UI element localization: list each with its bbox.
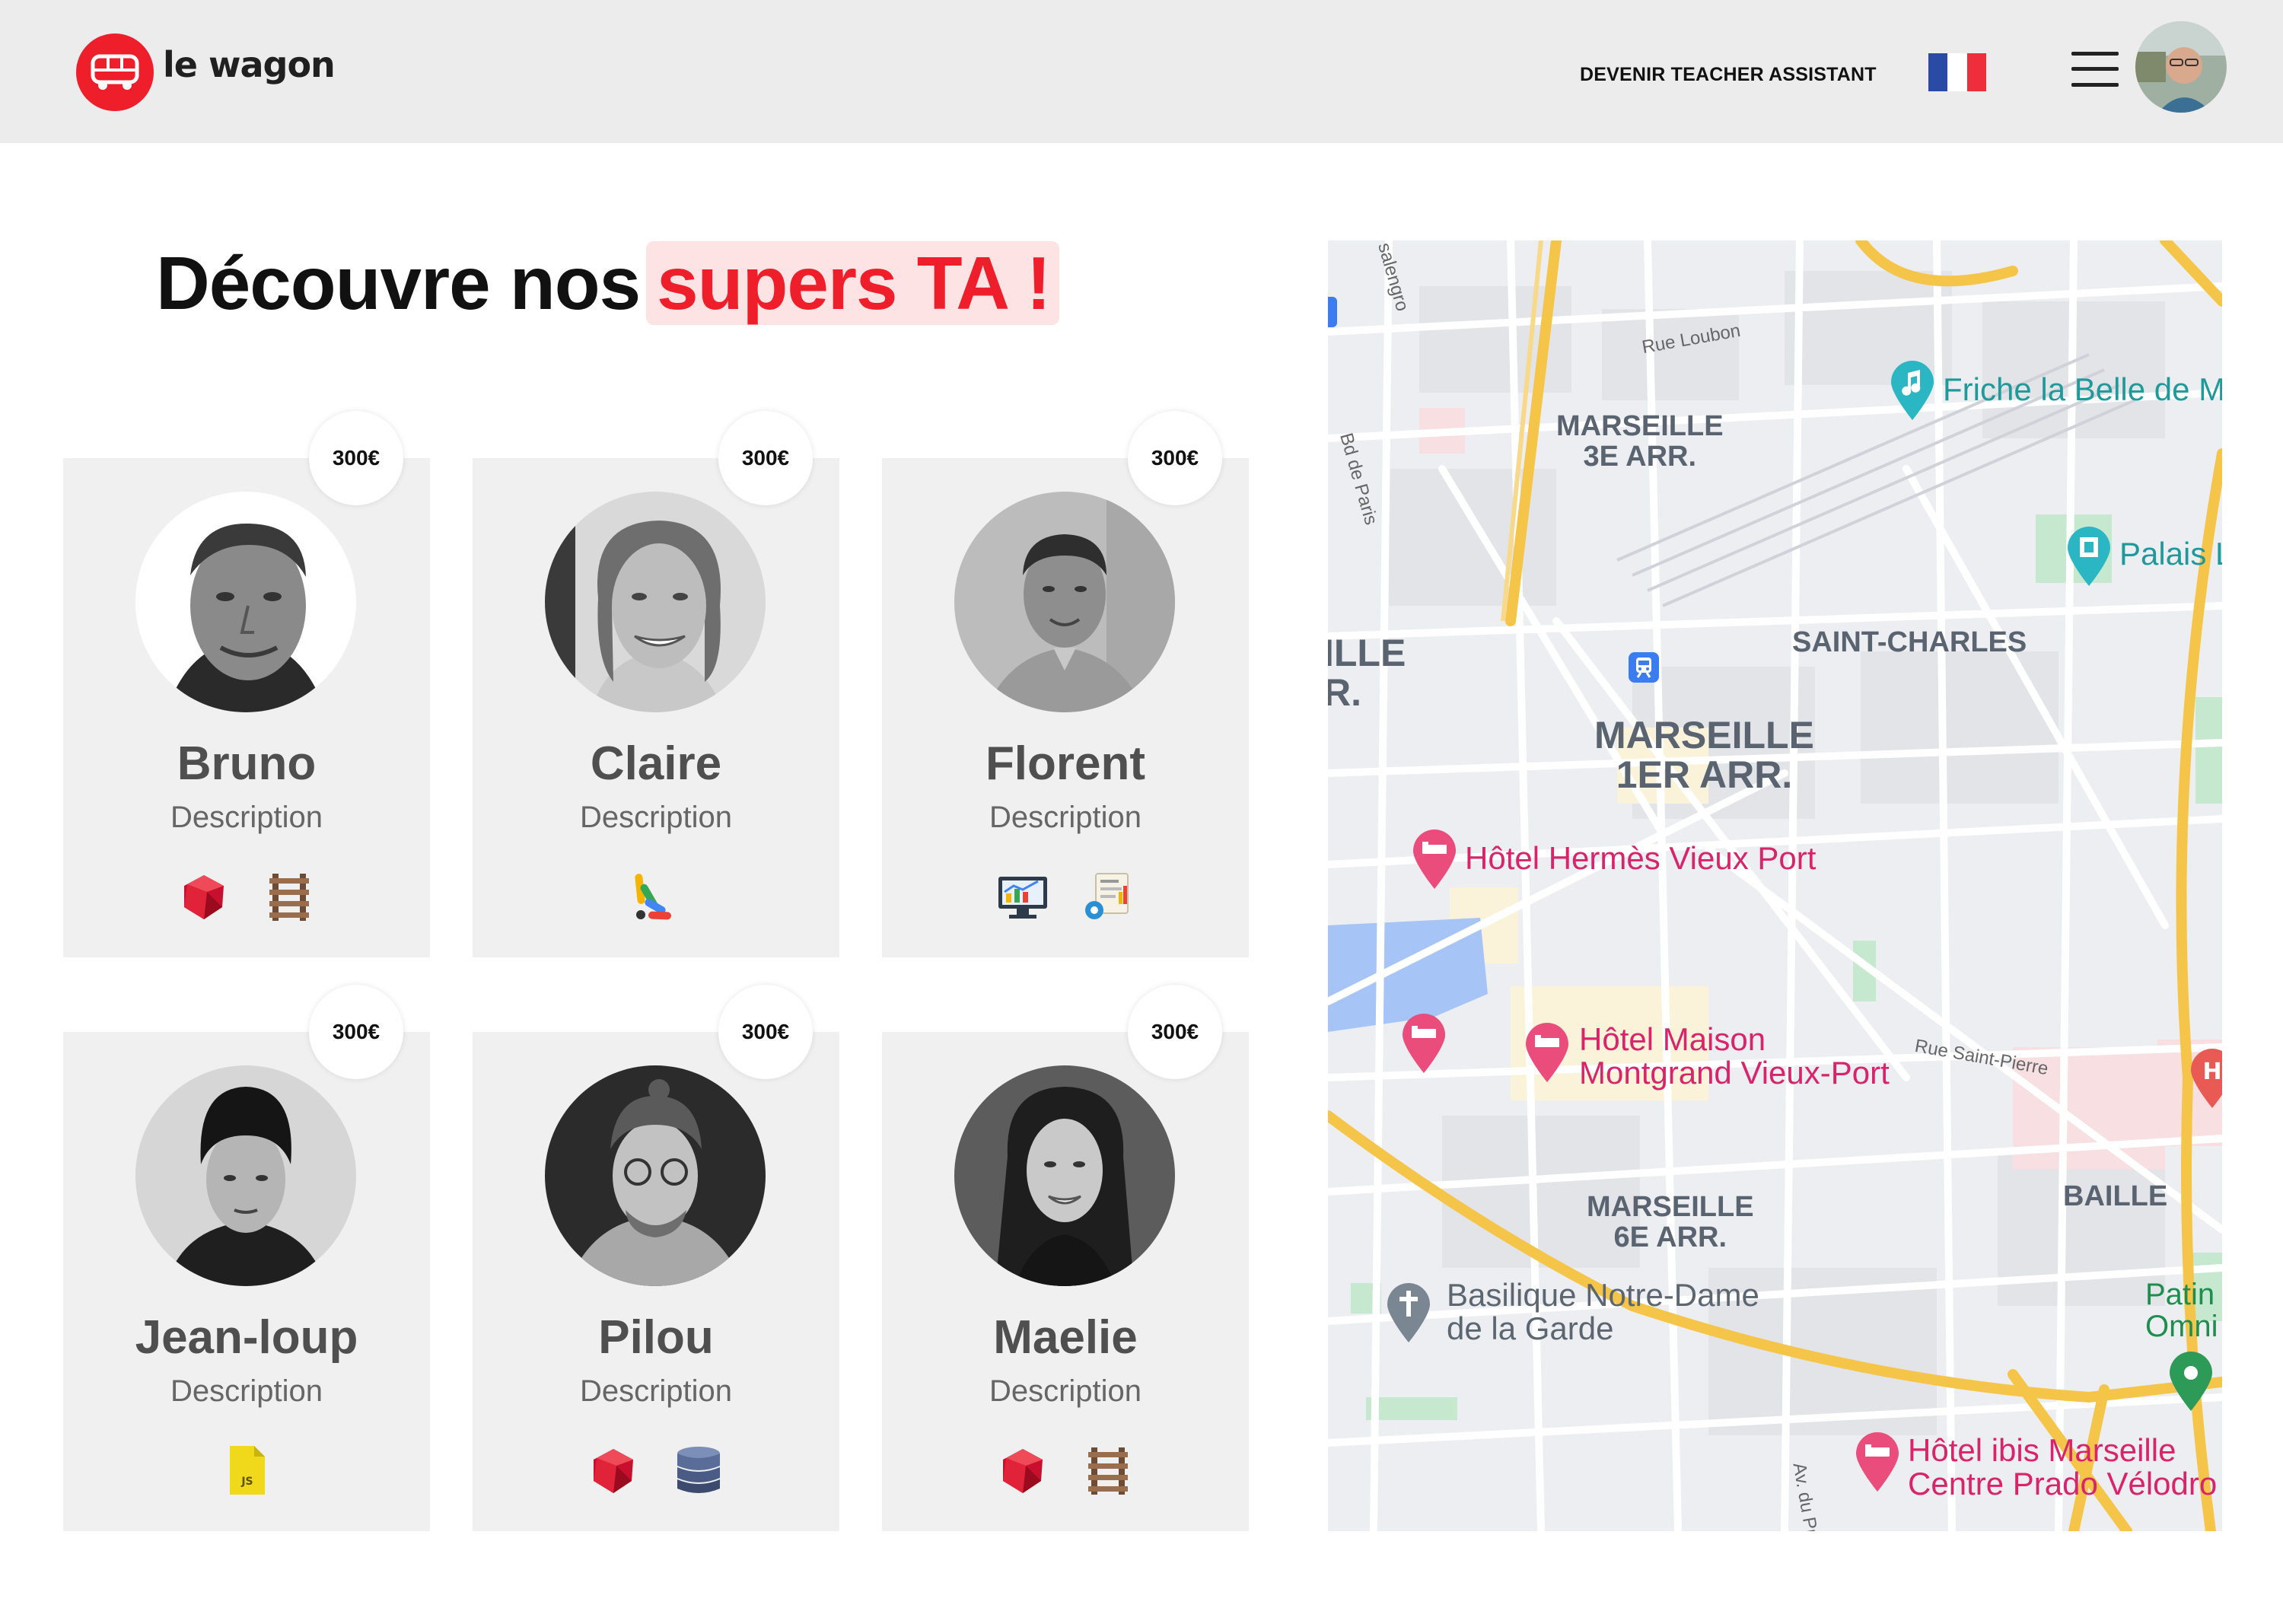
ta-description: Description	[579, 801, 733, 834]
ta-name: Bruno	[177, 737, 317, 790]
transit-marker-icon[interactable]	[1328, 297, 1337, 327]
page-title: Découvre nos supers TA !	[156, 240, 1060, 326]
user-avatar[interactable]	[2135, 21, 2227, 113]
place-pin-icon[interactable]	[2167, 1350, 2215, 1412]
ta-card[interactable]: Claire Description	[473, 458, 839, 957]
map-area-label: BAILLE	[2063, 1180, 2168, 1212]
map-poi-label[interactable]: Patin Omni	[2145, 1279, 2218, 1342]
bus-icon	[91, 54, 139, 90]
map-area-label: MARSEILLE 3E ARR.	[1556, 410, 1724, 473]
le-wagon-logo[interactable]	[76, 33, 154, 111]
map-poi-label[interactable]: Palais L	[2119, 537, 2222, 571]
price-badge: 300€	[1128, 411, 1222, 505]
ta-photo	[545, 1065, 766, 1286]
ta-description: Description	[989, 801, 1142, 834]
map-area-label: MARSEILLE 6E ARR.	[1587, 1191, 1754, 1253]
ruby-icon	[586, 1443, 641, 1498]
hamburger-icon[interactable]	[2071, 50, 2119, 88]
ta-name: Pilou	[598, 1311, 714, 1364]
ta-name: Maelie	[993, 1311, 1138, 1364]
church-pin-icon[interactable]	[1384, 1282, 1433, 1344]
navbar: le wagon DEVENIR TEACHER ASSISTANT	[0, 0, 2283, 143]
hospital-pin-icon[interactable]: H	[2188, 1047, 2222, 1110]
hotel-pin-icon[interactable]	[1410, 828, 1459, 890]
ta-name: Claire	[590, 737, 722, 790]
rails-icon	[262, 869, 317, 924]
french-flag-icon[interactable]	[1928, 53, 1986, 91]
hotel-pin-icon[interactable]	[1523, 1021, 1571, 1084]
report-settings-icon	[1081, 869, 1135, 924]
map-area-label: SAINT-CHARLES	[1792, 626, 2027, 658]
ta-card[interactable]: Jean-loup Description	[63, 1032, 430, 1531]
rails-icon	[1081, 1443, 1135, 1498]
map-poi-label[interactable]: Basilique Notre-Dame de la Garde	[1447, 1279, 1759, 1345]
devenir-ta-link[interactable]: DEVENIR TEACHER ASSISTANT	[1580, 64, 1877, 86]
ruby-icon	[995, 1443, 1050, 1498]
price-badge: 300€	[718, 411, 813, 505]
price-badge: 300€	[309, 411, 403, 505]
hotel-pin-icon[interactable]	[1853, 1431, 1902, 1493]
map-poi-label[interactable]: Friche la Belle de M	[1943, 373, 2222, 406]
database-icon	[671, 1443, 726, 1498]
design-palette-icon	[629, 869, 683, 924]
skill-list	[473, 869, 839, 924]
ta-description: Description	[170, 1374, 323, 1408]
ta-card[interactable]: Bruno Description	[63, 458, 430, 957]
ta-photo	[545, 492, 766, 712]
ta-photo	[954, 492, 1175, 712]
music-venue-pin-icon[interactable]	[1888, 359, 1937, 422]
ta-photo	[954, 1065, 1175, 1286]
skill-list	[63, 1443, 430, 1498]
javascript-file-icon	[219, 1443, 274, 1498]
ta-photo	[135, 492, 356, 712]
hotel-pin-icon[interactable]	[1399, 1012, 1448, 1075]
map-poi-label[interactable]: Hôtel Maison Montgrand Vieux-Port	[1579, 1023, 1890, 1090]
map-area-label: ILLE R.	[1328, 632, 1406, 714]
skill-list	[473, 1443, 839, 1498]
analytics-monitor-icon	[995, 869, 1050, 924]
ta-description: Description	[989, 1374, 1142, 1408]
train-station-icon[interactable]	[1628, 651, 1660, 683]
svg-text:H: H	[2202, 1059, 2221, 1085]
map-area-label: MARSEILLE 1ER ARR.	[1594, 714, 1814, 796]
map-poi-label[interactable]: Hôtel ibis Marseille Centre Prado Vélodro	[1908, 1434, 2217, 1501]
ta-description: Description	[579, 1374, 733, 1408]
price-badge: 300€	[309, 985, 403, 1079]
ta-card[interactable]: Florent Description	[882, 458, 1249, 957]
museum-pin-icon[interactable]	[2065, 525, 2113, 588]
skill-list	[882, 1443, 1249, 1498]
ta-name: Florent	[985, 737, 1146, 790]
ta-name: Jean-loup	[135, 1311, 358, 1364]
ta-card[interactable]: Maelie Description	[882, 1032, 1249, 1531]
map-poi-label[interactable]: Hôtel Hermès Vieux Port	[1465, 842, 1816, 875]
skill-list	[63, 869, 430, 924]
brand-name[interactable]: le wagon	[163, 44, 336, 85]
skill-list	[882, 869, 1249, 924]
ta-description: Description	[170, 801, 323, 834]
ruby-icon	[177, 869, 231, 924]
price-badge: 300€	[718, 985, 813, 1079]
title-prefix: Découvre nos	[156, 241, 641, 325]
ta-card[interactable]: Pilou Description	[473, 1032, 839, 1531]
ta-photo	[135, 1065, 356, 1286]
title-highlight: supers TA !	[646, 241, 1060, 325]
price-badge: 300€	[1128, 985, 1222, 1079]
map[interactable]: MARSEILLE 3E ARR. SAINT-CHARLES MARSEILLE…	[1328, 240, 2222, 1531]
